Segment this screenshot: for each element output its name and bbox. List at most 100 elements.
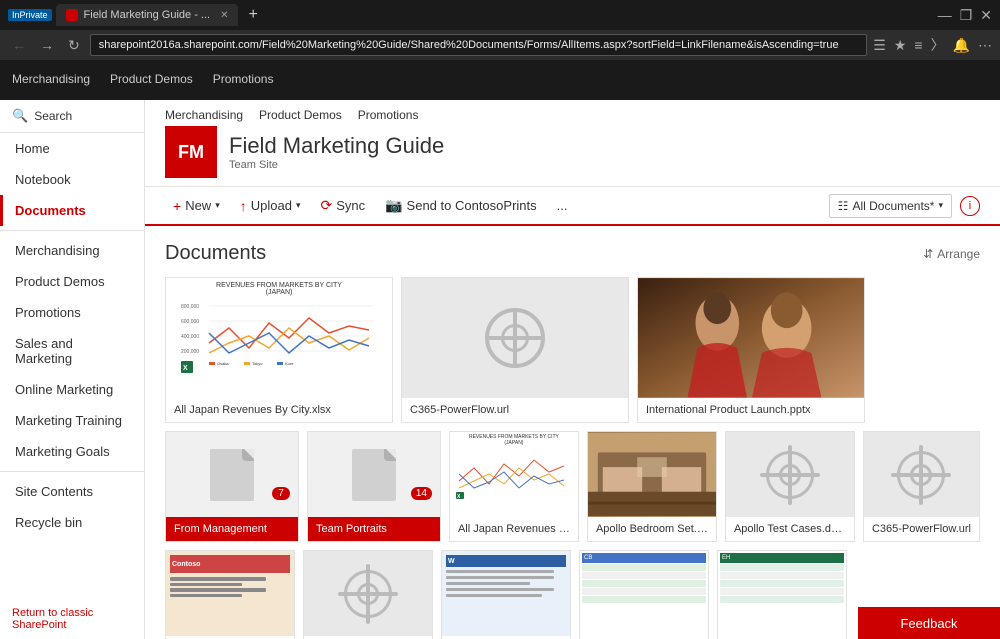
- bedroom-photo-svg: [588, 432, 716, 517]
- doc-tile-pptx[interactable]: International Product Launch.pptx: [637, 277, 865, 423]
- doc-tile-bedroom[interactable]: Apollo Bedroom Set.docx: [587, 431, 717, 542]
- sidebar-item-merchandising[interactable]: Merchandising: [0, 235, 144, 266]
- arrange-button[interactable]: ⇵ Arrange: [923, 247, 980, 261]
- folder-name-management: From Management: [166, 517, 298, 541]
- svg-text:Osaka: Osaka: [217, 361, 229, 366]
- sidebar-item-documents[interactable]: Documents: [0, 195, 144, 226]
- sidebar-item-sales-marketing[interactable]: Sales and Marketing: [0, 328, 144, 374]
- people-photo-svg: [638, 278, 864, 398]
- table-row-e2: [720, 572, 844, 579]
- folder-tile-team-portraits[interactable]: 14 Team Portraits: [307, 431, 441, 542]
- send-to-button[interactable]: 📷 Send to ContosoPrints: [377, 193, 545, 218]
- tab-close-btn[interactable]: ✕: [220, 10, 228, 21]
- private-badge: InPrivate: [8, 9, 52, 21]
- sidebar-item-home[interactable]: Home: [0, 133, 144, 164]
- svg-text:600,000: 600,000: [181, 319, 199, 325]
- search-icon: 🔍: [12, 108, 28, 124]
- info-button[interactable]: i: [960, 196, 980, 216]
- pdf-line-4: [170, 594, 242, 597]
- table-row-4: [582, 588, 706, 595]
- new-button[interactable]: + New ▾: [165, 194, 228, 218]
- table-row-e4: [720, 588, 844, 595]
- arrange-label: Arrange: [937, 247, 980, 261]
- doc-tile-contract[interactable]: W Contract Proposals da...: [441, 550, 571, 639]
- return-classic-sharepoint[interactable]: Return to classic SharePoint: [0, 599, 144, 639]
- sidebar-item-recycle-bin[interactable]: Recycle bin: [0, 507, 144, 538]
- table-row-e5: [720, 596, 844, 603]
- address-bar[interactable]: [90, 34, 868, 56]
- close-window-btn[interactable]: ✕: [980, 7, 992, 24]
- table-row-5: [582, 596, 706, 603]
- doc-tile-url2[interactable]: C365-PowerFlow.url: [863, 431, 980, 542]
- more-button[interactable]: ...: [549, 194, 576, 217]
- svg-text:Tokyo: Tokyo: [252, 361, 263, 366]
- new-icon: +: [173, 198, 181, 214]
- settings-icon[interactable]: ⋯: [978, 37, 992, 54]
- svg-text:X: X: [183, 365, 188, 372]
- top-nav-promotions[interactable]: Promotions: [213, 68, 274, 92]
- breadcrumb-product-demos[interactable]: Product Demos: [259, 108, 342, 122]
- sidebar-item-site-contents[interactable]: Site Contents: [0, 476, 144, 507]
- doc-name-chart-small: All Japan Revenues By...: [450, 517, 578, 541]
- browser-chrome: InPrivate Field Marketing Guide - ... ✕ …: [0, 0, 1000, 60]
- doc-tile-xlsx[interactable]: REVENUES FROM MARKETS BY CITY(JAPAN) 800…: [165, 277, 393, 423]
- site-title: Field Marketing Guide: [229, 133, 444, 159]
- upload-button[interactable]: ↑ Upload ▾: [232, 194, 309, 218]
- breadcrumb-promotions[interactable]: Promotions: [358, 108, 419, 122]
- sidebar-item-product-demos[interactable]: Product Demos: [0, 266, 144, 297]
- restore-btn[interactable]: ❐: [960, 7, 973, 24]
- doc-name-bedroom: Apollo Bedroom Set.docx: [588, 517, 716, 541]
- word-line-2: [446, 576, 554, 579]
- sidebar-item-online-marketing[interactable]: Online Marketing: [0, 374, 144, 405]
- site-subtitle: Team Site: [229, 159, 444, 171]
- minimize-btn[interactable]: —: [938, 7, 952, 23]
- arrange-icon: ⇵: [923, 247, 933, 261]
- breadcrumb-merchandising[interactable]: Merchandising: [165, 108, 243, 122]
- doc-tile-test-cases[interactable]: Apollo Test Cases.docx...: [725, 431, 855, 542]
- notifications-icon[interactable]: 🔔: [953, 37, 970, 54]
- doc-tile-cb227[interactable]: CB CB-227 Product Overvie...: [579, 550, 709, 639]
- chart-preview: REVENUES FROM MARKETS BY CITY(JAPAN) 800…: [166, 278, 392, 398]
- browser-tab[interactable]: Field Marketing Guide - ... ✕: [56, 4, 239, 26]
- forward-button[interactable]: →: [36, 35, 58, 55]
- sync-button[interactable]: ⟳ Sync: [312, 193, 373, 218]
- sidebar-divider-2: [0, 471, 144, 472]
- doc-tile-chart-small[interactable]: REVENUES FROM MARKETS BY CITY(JAPAN) X: [449, 431, 579, 542]
- feedback-button[interactable]: Feedback: [858, 607, 1000, 639]
- word-line-4: [446, 588, 554, 591]
- top-nav-merchandising[interactable]: Merchandising: [12, 68, 90, 92]
- favorites-icon[interactable]: ★: [894, 37, 907, 54]
- reading-view-icon[interactable]: ☰: [873, 37, 886, 54]
- top-nav-product-demos[interactable]: Product Demos: [110, 68, 193, 92]
- sidebar-item-marketing-goals[interactable]: Marketing Goals: [0, 436, 144, 467]
- share-icon[interactable]: 〉: [931, 35, 945, 55]
- doc-tile-url1[interactable]: C365-PowerFlow.url: [401, 277, 629, 423]
- sidebar-search[interactable]: 🔍 Search: [0, 100, 144, 133]
- upload-label: Upload: [251, 198, 292, 213]
- site-identity: FM Field Marketing Guide Team Site: [165, 126, 980, 178]
- sidebar-item-marketing-training[interactable]: Marketing Training: [0, 405, 144, 436]
- docs-section: Documents ⇵ Arrange REVENUES FROM MARKET…: [145, 226, 1000, 639]
- sidebar-item-promotions[interactable]: Promotions: [0, 297, 144, 328]
- view-grid-icon: ☷: [838, 199, 849, 213]
- doc-tile-contoso-globe[interactable]: Contoso Purchasing Pro...: [303, 550, 433, 639]
- search-label: Search: [34, 109, 72, 123]
- chart-small-preview: REVENUES FROM MARKETS BY CITY(JAPAN) X: [450, 432, 578, 517]
- hub-icon[interactable]: ≡: [914, 37, 922, 53]
- table-row-e3: [720, 580, 844, 587]
- word-preview: W: [442, 551, 570, 636]
- refresh-button[interactable]: ↻: [64, 35, 84, 56]
- content-area: Merchandising Product Demos Promotions F…: [145, 100, 1000, 639]
- doc-tile-pdf[interactable]: Contoso PDF Contoso Product Lau...: [165, 550, 295, 639]
- pdf-line-1: [170, 577, 266, 581]
- more-label: ...: [557, 198, 568, 213]
- back-button[interactable]: ←: [8, 35, 30, 55]
- upload-chevron-icon: ▾: [296, 200, 301, 211]
- documents-title: Documents: [165, 242, 266, 265]
- doc-tile-employee-health[interactable]: EH Employee Health Accou...: [717, 550, 847, 639]
- sidebar-item-notebook[interactable]: Notebook: [0, 164, 144, 195]
- tab-favicon: [66, 9, 78, 21]
- all-documents-view-btn[interactable]: ☷ All Documents* ▾: [829, 194, 952, 218]
- new-tab-btn[interactable]: +: [242, 6, 263, 24]
- folder-tile-from-management[interactable]: 7 From Management: [165, 431, 299, 542]
